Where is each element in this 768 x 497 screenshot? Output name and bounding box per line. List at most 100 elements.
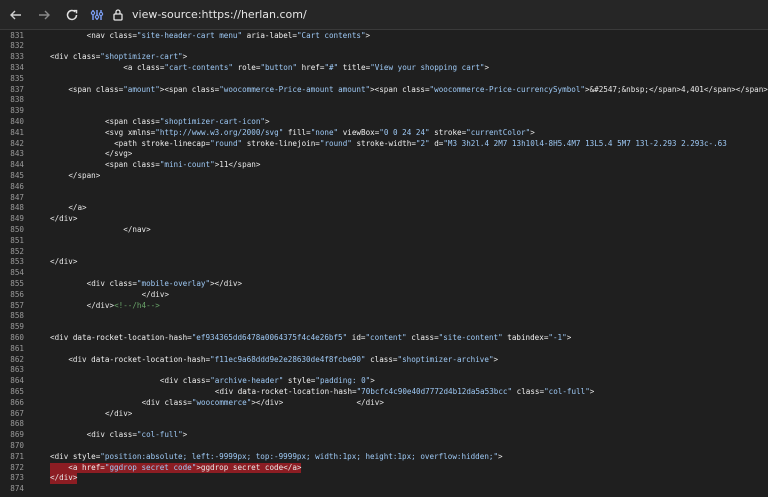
source-line: 849 </div> — [0, 214, 768, 225]
source-line: 848 </a> — [0, 203, 768, 214]
forward-button[interactable] — [32, 3, 56, 27]
attribute-name: href= — [297, 62, 325, 72]
attribute-name: style= — [72, 451, 101, 461]
attribute-name: class= — [109, 30, 137, 40]
line-code: <path stroke-linecap="round" stroke-line… — [114, 139, 727, 150]
html-tag: </div> — [104, 408, 133, 418]
line-number: 832 — [10, 41, 24, 51]
attribute-value: "site-content" — [438, 332, 503, 342]
html-tag: <div — [159, 376, 183, 386]
line-number: 870 — [10, 440, 24, 450]
html-tag: ></div> — [251, 397, 357, 407]
html-tag: <a — [123, 62, 137, 72]
source-line: 835 — [0, 74, 768, 85]
reload-icon — [66, 9, 78, 20]
site-settings-icon[interactable] — [90, 8, 104, 22]
line-code: </span> — [68, 171, 100, 182]
line-number: 839 — [10, 106, 24, 116]
attribute-value: "none" — [310, 127, 339, 137]
attribute-value: "woocommerce-Price-currencySymbol" — [429, 84, 585, 94]
attribute-value: "2" — [415, 138, 430, 148]
line-number: 871 — [10, 451, 24, 461]
attribute-name: title= — [338, 62, 371, 72]
line-number: 835 — [10, 73, 24, 83]
attribute-value: "site-header-cart menu" — [136, 30, 243, 40]
attribute-name: class= — [512, 386, 545, 396]
html-tag: <div — [50, 451, 73, 461]
line-number: 837 — [10, 84, 24, 94]
line-number: 864 — [10, 376, 24, 386]
line-code: <div data-rocket-location-hash="f11ec9a6… — [68, 355, 498, 366]
attribute-name: class= — [109, 430, 137, 440]
source-line: 855 <div class="mobile-overlay"></div> — [0, 279, 768, 290]
lock-icon — [112, 8, 124, 21]
attribute-value: "currentColor" — [466, 127, 531, 137]
source-line: 860 <div data-rocket-location-hash="ef934… — [0, 333, 768, 344]
line-code: <div class="archive-header" style="paddi… — [160, 376, 375, 387]
reload-button[interactable] — [60, 3, 84, 27]
source-line: 854 — [0, 268, 768, 279]
line-code: </a> — [68, 203, 86, 214]
attribute-name: xmlns= — [127, 127, 156, 137]
html-tag: ><span — [370, 84, 403, 94]
line-number: 838 — [10, 95, 24, 105]
html-tag: > — [589, 386, 595, 396]
attribute-value: "ggdrop secret code" — [104, 462, 197, 472]
source-line: 851 — [0, 236, 768, 247]
source-line: 843 </svg> — [0, 149, 768, 160]
back-arrow-icon — [10, 10, 21, 19]
html-tag: > — [484, 62, 490, 72]
line-code: <div class="woocommerce"></div> </div> — [142, 398, 384, 409]
html-tag: </div> — [86, 300, 115, 310]
source-line: 870 — [0, 441, 768, 452]
source-line: 868 — [0, 419, 768, 430]
attribute-value: "button" — [260, 62, 298, 72]
attribute-value: "cart-contents" — [164, 62, 233, 72]
attribute-value: "content" — [365, 332, 407, 342]
attribute-value: "mobile-overlay" — [136, 278, 211, 288]
line-code: <div class="mobile-overlay"></div> — [87, 279, 242, 290]
line-number: 874 — [10, 484, 24, 494]
line-code: <div style="position:absolute; left:-999… — [50, 452, 503, 463]
html-tag: </svg> — [104, 149, 133, 159]
html-tag: <path — [114, 138, 142, 148]
attribute-name: class= — [365, 354, 398, 364]
line-number: 860 — [10, 332, 24, 342]
attribute-value: "f11ec9a68ddd9e2e28630de4f8fcbe90" — [210, 354, 366, 364]
attribute-name: class= — [132, 160, 160, 170]
line-number: 840 — [10, 116, 24, 126]
address-bar[interactable]: view-source:https://herlan.com/ — [90, 4, 307, 26]
line-code: <nav class="site-header-cart menu" aria-… — [87, 31, 370, 42]
attribute-value: "mini-count" — [159, 160, 215, 170]
attribute-name: class= — [132, 116, 160, 126]
attribute-name: class= — [72, 52, 101, 62]
line-number: 844 — [10, 160, 24, 170]
html-tag: </div> — [50, 214, 78, 224]
html-tag: > — [530, 127, 535, 137]
source-line: 839 — [0, 106, 768, 117]
line-number: 855 — [10, 278, 24, 288]
back-button[interactable] — [4, 3, 28, 27]
attribute-value: "View your shopping cart" — [370, 62, 485, 72]
line-number: 847 — [10, 192, 24, 202]
html-tag: > — [182, 430, 188, 440]
url-text[interactable]: view-source:https://herlan.com/ — [132, 8, 307, 21]
attribute-value: "M3 3h2l.4 2M7 13h10l4-8H5.4M7 13L5.4 5M… — [443, 138, 727, 148]
line-number: 857 — [10, 300, 24, 310]
source-line: 869 <div class="col-full"> — [0, 430, 768, 441]
line-code: <a href="ggdrop secret code">ggdrop secr… — [50, 462, 302, 474]
source-line: 831 <nav class="site-header-cart menu" ar… — [0, 31, 768, 42]
attribute-value: "padding: 0" — [315, 376, 371, 386]
attribute-value: "Cart contents" — [296, 30, 366, 40]
attribute-name: class= — [182, 376, 211, 386]
source-line: 842 <path stroke-linecap="round" stroke-l… — [0, 139, 768, 150]
line-number: 841 — [10, 127, 24, 137]
source-line: 845 </span> — [0, 171, 768, 182]
attribute-value: "woocommerce-Price-amount amount" — [219, 84, 371, 94]
line-code: <a class="cart-contents" role="button" h… — [123, 63, 489, 74]
html-tag: <div — [86, 278, 110, 288]
attribute-name: d= — [429, 138, 444, 148]
line-number: 834 — [10, 62, 24, 72]
attribute-value: "col-full" — [544, 386, 590, 396]
line-number: 833 — [10, 52, 24, 62]
